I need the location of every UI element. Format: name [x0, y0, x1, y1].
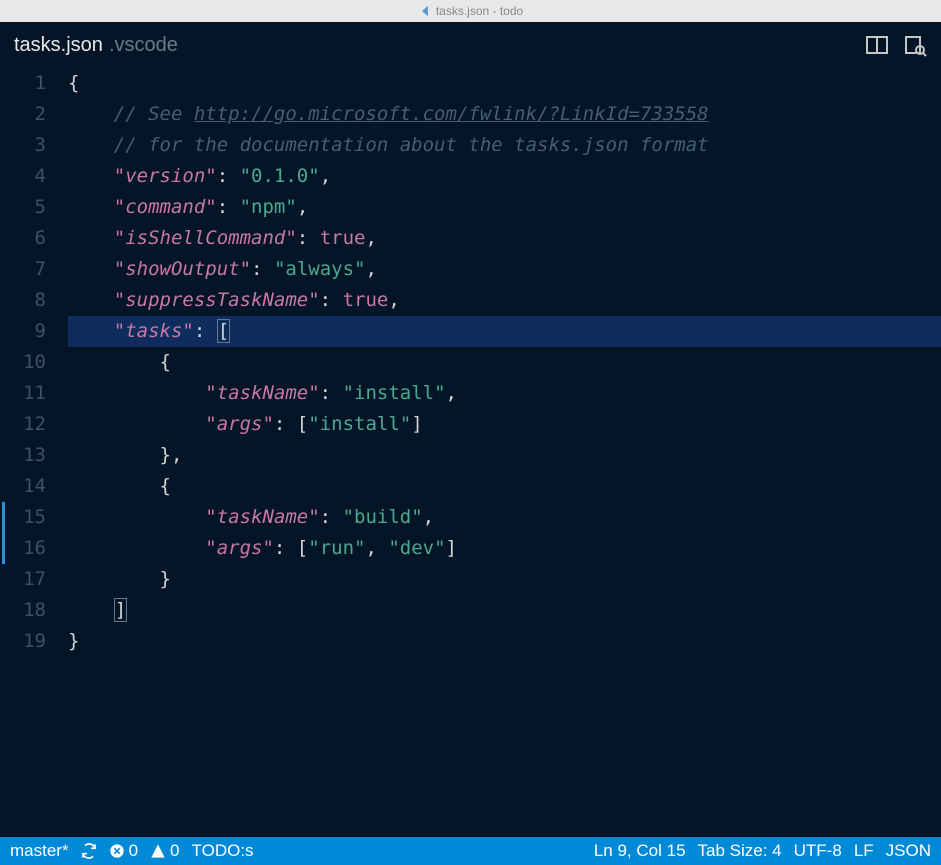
- change-marker: [2, 502, 5, 533]
- code-line: "version": "0.1.0",: [68, 161, 941, 192]
- line-num: 3: [0, 130, 46, 161]
- line-num: 5: [0, 192, 46, 223]
- line-num: 8: [0, 285, 46, 316]
- sync-button[interactable]: [81, 843, 97, 859]
- code-line: // See http://go.microsoft.com/fwlink/?L…: [68, 99, 941, 130]
- code-line: "taskName": "install",: [68, 378, 941, 409]
- code-line: }: [68, 626, 941, 657]
- line-num: 6: [0, 223, 46, 254]
- sync-icon: [81, 843, 97, 859]
- tab-folder: .vscode: [109, 34, 178, 57]
- encoding[interactable]: UTF-8: [794, 841, 842, 861]
- warnings-count[interactable]: 0: [150, 841, 179, 861]
- active-tab[interactable]: tasks.json .vscode: [14, 34, 178, 57]
- line-num: 17: [0, 564, 46, 595]
- line-num: 13: [0, 440, 46, 471]
- vscode-icon: [418, 4, 432, 18]
- line-num: 18: [0, 595, 46, 626]
- code-line: ]: [68, 595, 941, 626]
- language-mode[interactable]: JSON: [886, 841, 931, 861]
- window-title: tasks.json - todo: [436, 4, 523, 18]
- tab-bar: tasks.json .vscode: [0, 22, 941, 68]
- code-line: {: [68, 68, 941, 99]
- line-num: 14: [0, 471, 46, 502]
- errors-count[interactable]: 0: [109, 841, 138, 861]
- doc-link[interactable]: http://go.microsoft.com/fwlink/?LinkId=7…: [194, 103, 709, 125]
- status-bar: master* 0 0 TODO:s Ln 9, Col 15 Tab Size…: [0, 837, 941, 865]
- change-marker: [2, 533, 5, 564]
- line-num: 19: [0, 626, 46, 657]
- code-line: // for the documentation about the tasks…: [68, 130, 941, 161]
- line-num: 16: [0, 533, 46, 564]
- code-content[interactable]: { // See http://go.microsoft.com/fwlink/…: [68, 68, 941, 837]
- eol[interactable]: LF: [854, 841, 874, 861]
- line-num: 7: [0, 254, 46, 285]
- todos-status[interactable]: TODO:s: [192, 841, 254, 861]
- code-line: "args": ["run", "dev"]: [68, 533, 941, 564]
- line-num: 2: [0, 99, 46, 130]
- code-line: "command": "npm",: [68, 192, 941, 223]
- code-editor[interactable]: 1 2 3 4 5 6 7 8 9 10 11 12 13 14 15 16 1…: [0, 68, 941, 837]
- code-line: "taskName": "build",: [68, 502, 941, 533]
- code-line: }: [68, 564, 941, 595]
- line-num: 9: [0, 316, 46, 347]
- cursor-position[interactable]: Ln 9, Col 15: [594, 841, 686, 861]
- code-line: "showOutput": "always",: [68, 254, 941, 285]
- code-line: },: [68, 440, 941, 471]
- line-num: 1: [0, 68, 46, 99]
- tab-filename: tasks.json: [14, 34, 103, 57]
- warning-icon: [150, 843, 166, 859]
- code-line: "suppressTaskName": true,: [68, 285, 941, 316]
- error-icon: [109, 843, 125, 859]
- line-num: 15: [0, 502, 46, 533]
- code-line: {: [68, 471, 941, 502]
- line-num: 4: [0, 161, 46, 192]
- line-num: 10: [0, 347, 46, 378]
- code-line: {: [68, 347, 941, 378]
- line-num: 11: [0, 378, 46, 409]
- code-line: "isShellCommand": true,: [68, 223, 941, 254]
- git-branch[interactable]: master*: [10, 841, 69, 861]
- tab-size[interactable]: Tab Size: 4: [698, 841, 782, 861]
- preview-icon[interactable]: [903, 33, 927, 57]
- line-gutter: 1 2 3 4 5 6 7 8 9 10 11 12 13 14 15 16 1…: [0, 68, 68, 837]
- code-line-active: "tasks": [: [68, 316, 941, 347]
- line-num: 12: [0, 409, 46, 440]
- code-line: "args": ["install"]: [68, 409, 941, 440]
- split-editor-icon[interactable]: [865, 33, 889, 57]
- window-titlebar: tasks.json - todo: [0, 0, 941, 22]
